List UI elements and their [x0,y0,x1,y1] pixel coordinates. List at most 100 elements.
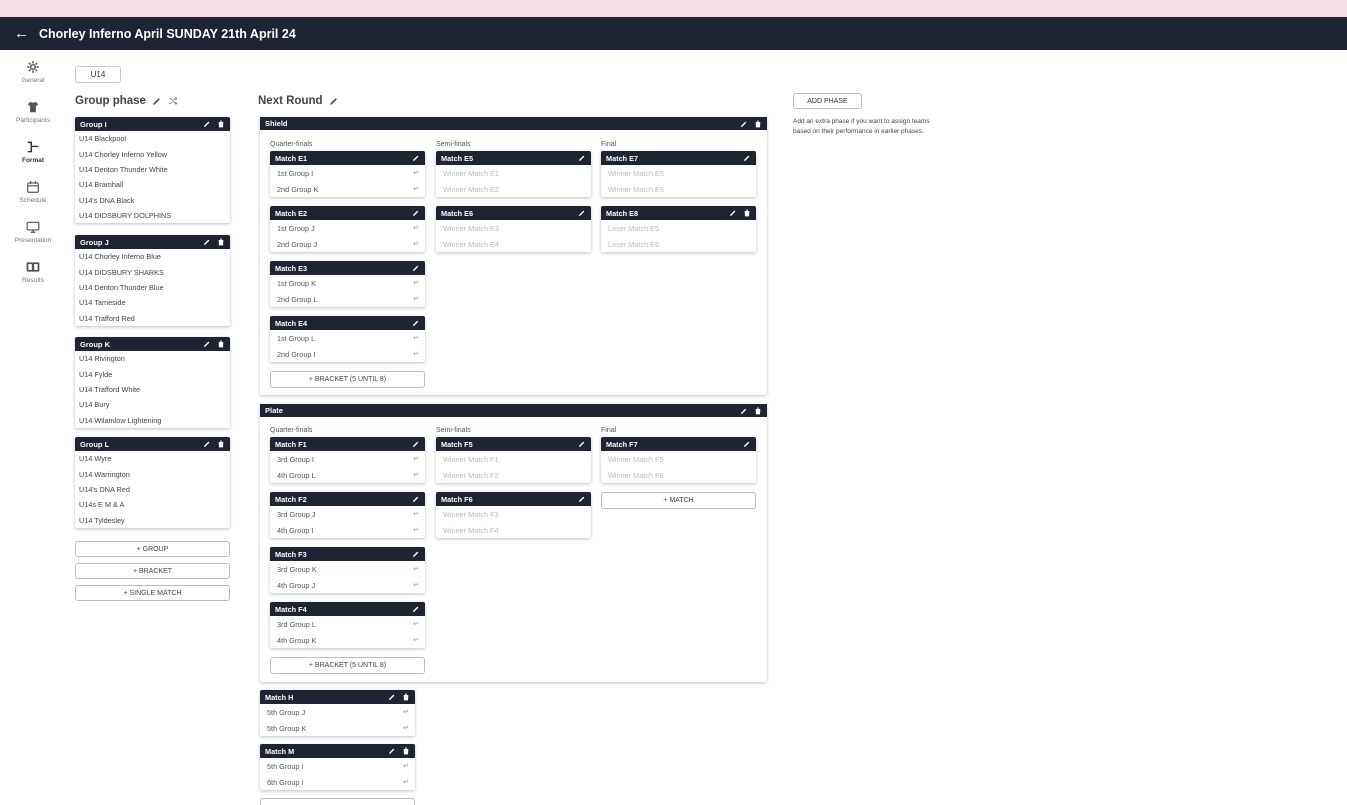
match-slot[interactable]: 4th Group J ↵ [270,577,425,593]
pencil-icon[interactable] [388,747,396,755]
add-bracket-5-8-button[interactable]: + BRACKET (5 UNTIL 8) [270,371,425,388]
nav-item-participants[interactable]: Participants [0,98,66,138]
pencil-icon[interactable] [412,495,420,503]
pencil-icon[interactable] [412,440,420,448]
match-card: Match E1 1st Group I ↵ 2nd Group K ↵ [270,151,425,197]
nav-item-presentation[interactable]: Presentation [0,218,66,258]
match-header: Match M [260,744,415,758]
swap-icon[interactable]: ↵ [403,708,409,716]
pencil-icon[interactable] [578,495,586,503]
swap-icon[interactable]: ↵ [403,778,409,786]
trash-icon[interactable] [217,440,225,448]
match-slot[interactable]: 6th Group I ↵ [260,774,415,790]
round-label: Semi-finals [436,427,471,434]
match-slot[interactable]: 2nd Group K ↵ [270,181,425,197]
pencil-icon[interactable] [412,550,420,558]
match-slot[interactable]: 3rd Group L ↵ [270,616,425,632]
match-slot[interactable]: 1st Group K ↵ [270,275,425,291]
pencil-icon[interactable] [578,440,586,448]
arrow-left-icon[interactable]: ← [14,25,29,42]
pencil-icon[interactable] [329,96,339,106]
shuffle-icon[interactable] [168,96,178,106]
pencil-icon[interactable] [729,209,737,217]
pencil-icon[interactable] [412,154,420,162]
trash-icon[interactable] [217,340,225,348]
pencil-icon[interactable] [203,440,211,448]
trash-icon[interactable] [217,120,225,128]
swap-icon[interactable]: ↵ [413,471,419,479]
match-slot: Winner Match E4 [443,239,499,249]
nav-item-results[interactable]: Results [0,258,66,298]
swap-icon[interactable]: ↵ [413,279,419,287]
match-slot[interactable]: 2nd Group L ↵ [270,291,425,307]
match-slot[interactable]: 5th Group J ↵ [260,704,415,720]
swap-icon[interactable]: ↵ [413,510,419,518]
swap-icon[interactable]: ↵ [413,185,419,193]
match-slot[interactable]: 1st Group L ↵ [270,330,425,346]
nav-item-general[interactable]: General [0,58,66,98]
nav-item-schedule[interactable]: Schedule [0,178,66,218]
pencil-icon[interactable] [152,96,162,106]
swap-icon[interactable]: ↵ [413,240,419,248]
pencil-icon[interactable] [412,319,420,327]
pencil-icon[interactable] [578,154,586,162]
swap-icon[interactable]: ↵ [413,350,419,358]
pencil-icon[interactable] [203,238,211,246]
add-bracket-5-8-button[interactable]: + BRACKET (5 UNTIL 8) [270,657,425,674]
swap-icon[interactable]: ↵ [413,526,419,534]
nav-item-format[interactable]: Format [0,138,66,178]
match-slot[interactable]: 3rd Group K ↵ [270,561,425,577]
trash-icon[interactable] [754,120,762,128]
slot-label: 2nd Group I [277,349,316,359]
group-name: Group K [80,339,110,349]
add-phase-button[interactable]: ADD PHASE [793,93,862,109]
pencil-icon[interactable] [388,693,396,701]
match-slot[interactable]: 2nd Group J ↵ [270,236,425,252]
swap-icon[interactable]: ↵ [413,224,419,232]
match-slot[interactable]: 1st Group I ↵ [270,165,425,181]
match-slot[interactable]: 3rd Group I ↵ [270,451,425,467]
match-slot[interactable]: 5th Group K ↵ [260,720,415,736]
pencil-icon[interactable] [740,120,748,128]
trash-icon[interactable] [743,209,751,217]
swap-icon[interactable]: ↵ [403,762,409,770]
pencil-icon[interactable] [743,154,751,162]
pencil-icon[interactable] [412,264,420,272]
match-slot: Loser Match E6 [608,239,660,249]
add-match-button[interactable]: + MATCH [601,492,756,509]
match-slot[interactable]: 1st Group J ↵ [270,220,425,236]
add-group-button[interactable]: + GROUP [75,541,230,557]
match-slot[interactable]: 2nd Group I ↵ [270,346,425,362]
add-single-match-button[interactable]: + SINGLE MATCH [75,585,230,601]
add-group-button-partial[interactable] [260,798,415,805]
match-card: Match E7 Winner Match E5 Winner Match E6 [601,151,756,197]
category-tab-u14[interactable]: U14 [75,66,121,83]
match-slot[interactable]: 4th Group I ↵ [270,522,425,538]
swap-icon[interactable]: ↵ [413,169,419,177]
swap-icon[interactable]: ↵ [413,295,419,303]
swap-icon[interactable]: ↵ [413,565,419,573]
trash-icon[interactable] [754,407,762,415]
match-slot[interactable]: 5th Group I ↵ [260,758,415,774]
trash-icon[interactable] [402,747,410,755]
match-slot[interactable]: 4th Group L ↵ [270,467,425,483]
match-slot[interactable]: 3rd Group J ↵ [270,506,425,522]
swap-icon[interactable]: ↵ [413,581,419,589]
swap-icon[interactable]: ↵ [413,455,419,463]
pencil-icon[interactable] [203,120,211,128]
swap-icon[interactable]: ↵ [413,334,419,342]
trash-icon[interactable] [402,693,410,701]
pencil-icon[interactable] [743,440,751,448]
swap-icon[interactable]: ↵ [403,724,409,732]
add-bracket-button[interactable]: + BRACKET [75,563,230,579]
pencil-icon[interactable] [203,340,211,348]
trash-icon[interactable] [217,238,225,246]
swap-icon[interactable]: ↵ [413,620,419,628]
pencil-icon[interactable] [412,605,420,613]
pencil-icon[interactable] [740,407,748,415]
pencil-icon[interactable] [412,209,420,217]
pencil-icon[interactable] [578,209,586,217]
swap-icon[interactable]: ↵ [413,636,419,644]
match-name: Match E5 [441,153,474,163]
match-slot[interactable]: 4th Group K ↵ [270,632,425,648]
